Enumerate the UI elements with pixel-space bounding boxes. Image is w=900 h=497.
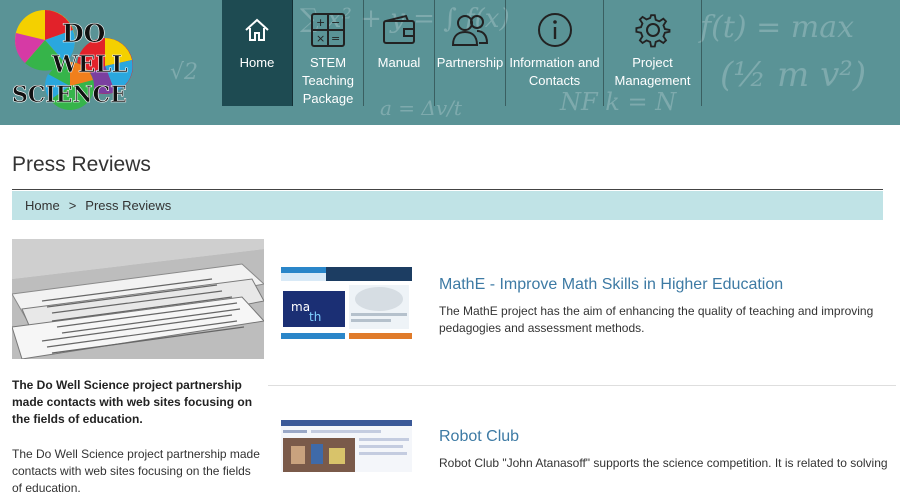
nav-label: Project Management — [614, 55, 691, 88]
info-icon — [537, 12, 573, 48]
site-header: ∑ x² + y = ∫ f(x) f(t) = max (½ m v²) NF… — [0, 0, 900, 125]
chalk-decoration: f(t) = max — [700, 10, 855, 45]
gear-icon — [634, 12, 671, 48]
nav-stem-teaching-package[interactable]: + − × = STEM Teaching Package — [293, 0, 364, 106]
svg-text:−: − — [331, 16, 340, 29]
logo-text-science: SCIENCE — [12, 82, 127, 108]
svg-text:×: × — [316, 32, 325, 45]
breadcrumb: Home > Press Reviews — [12, 191, 883, 220]
main-nav: Home + − × = STEM Teaching Package Manual P… — [222, 0, 702, 106]
svg-text:=: = — [331, 32, 340, 45]
nav-label: Home — [239, 55, 275, 70]
title-divider — [12, 189, 883, 190]
svg-text:+: + — [316, 16, 325, 29]
article-divider — [268, 385, 896, 386]
nav-project-management[interactable]: Project Management — [604, 0, 702, 106]
intro-summary: The Do Well Science project partnership … — [12, 378, 253, 426]
calculator-icon: + − × = — [310, 12, 346, 48]
nav-label: Partnership — [436, 55, 504, 70]
article-title-link[interactable]: MathE - Improve Math Skills in Higher Ed… — [439, 276, 783, 294]
users-icon — [451, 12, 489, 48]
svg-text:th: th — [309, 310, 321, 324]
logo-text-do: DO — [62, 19, 105, 48]
article-thumbnail[interactable] — [281, 420, 412, 472]
nav-home[interactable]: Home — [222, 0, 293, 106]
page-title: Press Reviews — [12, 153, 151, 176]
article-title-link[interactable]: Robot Club — [439, 428, 519, 446]
site-logo[interactable]: DO WELL SCIENCE — [10, 8, 165, 118]
breadcrumb-home-link[interactable]: Home — [25, 198, 60, 213]
nav-information-and-contacts[interactable]: Information and Contacts — [506, 0, 604, 106]
wallet-icon — [382, 12, 416, 48]
article-description: The MathE project has the aim of enhanci… — [439, 304, 874, 335]
breadcrumb-current: Press Reviews — [85, 198, 172, 213]
article-description: Robot Club "John Atanasoff" supports the… — [439, 456, 888, 470]
article-thumbnail[interactable]: ma th — [281, 267, 412, 339]
newspapers-image — [12, 239, 264, 359]
nav-manual[interactable]: Manual — [364, 0, 435, 106]
breadcrumb-separator: > — [68, 198, 77, 213]
nav-label: Manual — [377, 55, 421, 70]
nav-label: STEM Teaching Package — [301, 55, 355, 106]
nav-label: Information and Contacts — [509, 55, 600, 88]
chalk-decoration: √2 — [170, 60, 199, 85]
svg-text:ma: ma — [291, 300, 310, 314]
chalk-decoration: (½ m v²) — [720, 55, 867, 95]
home-icon — [243, 12, 271, 48]
nav-partnership[interactable]: Partnership — [435, 0, 506, 106]
logo-text-well: WELL — [51, 51, 128, 78]
